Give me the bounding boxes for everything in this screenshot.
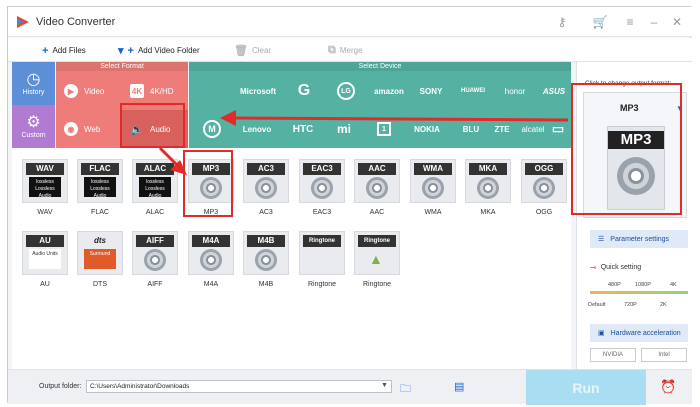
arrow-line-right xyxy=(231,116,569,122)
arrow-head-right xyxy=(220,110,236,126)
annotation-arrows xyxy=(158,110,569,175)
arrow-line-down xyxy=(158,146,180,168)
